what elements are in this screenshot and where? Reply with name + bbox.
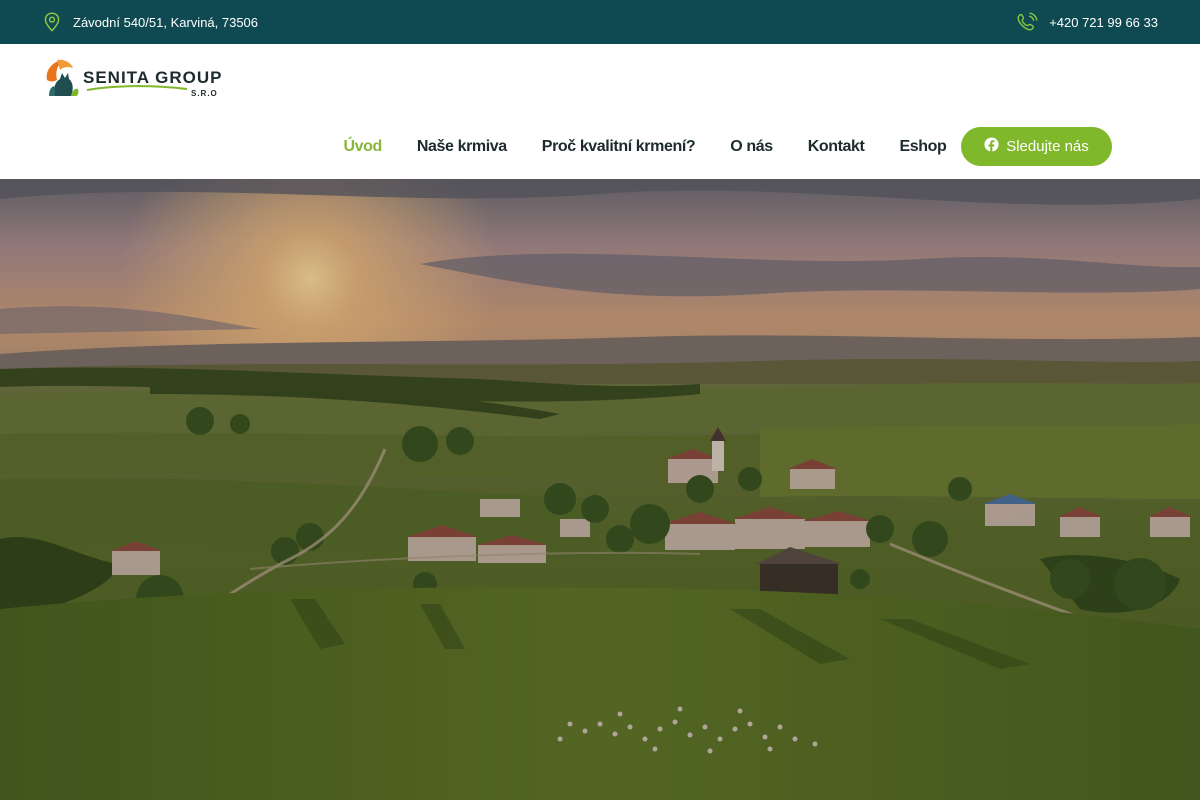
logo-suffix: S.R.O <box>191 89 218 98</box>
follow-us-label: Sledujte nás <box>1006 138 1089 155</box>
phone-number[interactable]: +420 721 99 66 33 <box>1049 15 1158 30</box>
company-logo[interactable]: SENITA GROUP S.R.O <box>43 58 223 100</box>
follow-us-button[interactable]: Sledujte nás <box>961 127 1112 166</box>
facebook-icon <box>984 137 999 156</box>
phone-block[interactable]: +420 721 99 66 33 <box>1017 12 1158 32</box>
phone-icon <box>1017 12 1039 32</box>
site-header: SENITA GROUP S.R.O Úvod Naše krmiva Proč… <box>0 44 1200 179</box>
nav-item-proc-kvalitni-krmeni[interactable]: Proč kvalitní krmení? <box>524 138 712 156</box>
address-text: Závodní 540/51, Karviná, 73506 <box>73 14 259 30</box>
nav-item-nase-krmiva[interactable]: Naše krmiva <box>399 138 524 156</box>
hero-landscape-image <box>0 179 1200 800</box>
main-nav: Úvod Naše krmiva Proč kvalitní krmení? O… <box>326 127 964 167</box>
logo-swoosh-icon <box>86 85 188 91</box>
nav-item-eshop[interactable]: Eshop <box>882 138 964 156</box>
nav-item-uvod[interactable]: Úvod <box>326 138 399 156</box>
logo-animals-icon <box>46 59 79 96</box>
nav-item-kontakt[interactable]: Kontakt <box>790 138 882 156</box>
map-pin-icon <box>43 12 61 32</box>
address-block: Závodní 540/51, Karviná, 73506 <box>43 12 258 32</box>
top-bar: Závodní 540/51, Karviná, 73506 +420 721 … <box>0 0 1200 44</box>
nav-item-o-nas[interactable]: O nás <box>713 138 790 156</box>
